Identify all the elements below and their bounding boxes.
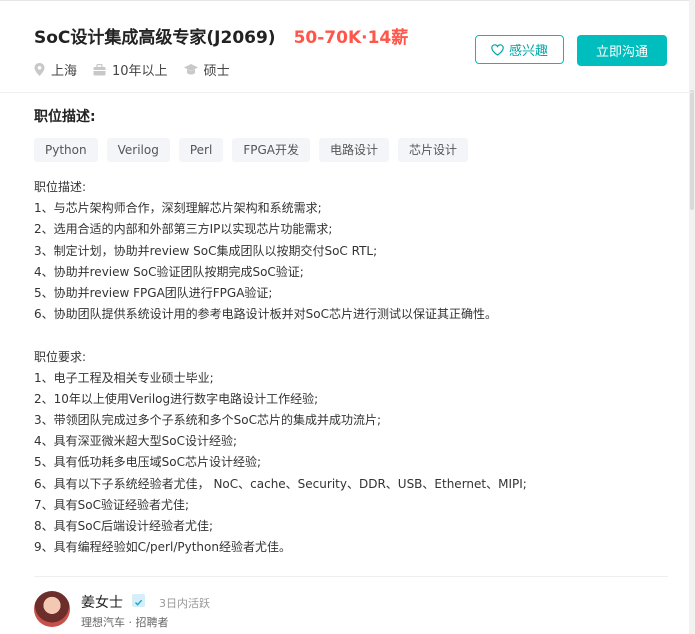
description-line: 4、协助并review SoC验证团队按期完成SoC验证; [34,264,304,279]
description-line: 7、具有SoC验证经验者尤佳; [34,497,190,512]
recruiter-company: 理想汽车 · 招聘者 [81,616,169,629]
salary: 50-70K·14薪 [293,28,409,48]
recruiter-name: 姜女士 [81,595,123,611]
chat-now-button[interactable]: 立即沟通 [577,35,667,66]
scrollbar[interactable] [689,0,695,634]
description-line: 5、具有低功耗多电压域SoC芯片设计经验; [34,455,262,470]
avatar[interactable] [34,591,70,627]
job-meta: 上海 10年以上 硕士 [34,60,246,79]
interest-button[interactable]: 感兴趣 [475,35,564,64]
verified-icon [132,594,145,607]
title-row: SoC设计集成高级专家(J2069) 50-70K·14薪 [34,23,408,48]
description-line: 6、具有以下子系统经验者尤佳， NoC、cache、Security、DDR、U… [34,476,527,491]
description-line: 8、具有SoC后端设计经验者尤佳; [34,519,214,533]
skill-tag: Verilog [106,138,170,162]
meta-location-text: 上海 [51,64,78,79]
description-line: 6、协助团队提供系统设计用的参考电路设计板并对SoC芯片进行测试以保证其正确性。 [34,307,497,322]
recruiter-divider [34,576,668,577]
meta-location: 上海 [34,60,77,79]
description-line: 2、10年以上使用Verilog进行数字电路设计工作经验; [34,391,319,406]
meta-experience-text: 10年以上 [112,64,168,79]
description-line: 3、制定计划，协助并review SoC集成团队以按期交付SoC RTL; [34,243,378,258]
description-line [34,325,527,346]
meta-degree: 硕士 [183,60,230,79]
description-line: 5、协助并review FPGA团队进行FPGA验证; [34,285,273,300]
briefcase-icon [93,63,106,75]
scrollbar-thumb[interactable] [690,90,694,210]
job-title: SoC设计集成高级专家(J2069) [34,28,276,48]
heart-icon [491,43,504,56]
description-line: 职位要求: [34,349,87,364]
header-divider [0,92,693,93]
graduation-cap-icon [183,64,198,75]
skill-tag: FPGA开发 [232,138,310,162]
skill-tags: Python Verilog Perl FPGA开发 电路设计 芯片设计 [34,138,477,162]
skill-tag: 电路设计 [318,138,389,162]
location-icon [34,63,45,76]
description-line: 1、与芯片架构师合作，深刻理解芯片架构和系统需求; [34,201,322,216]
section-title: 职位描述: [34,109,96,125]
description-line: 4、具有深亚微米超大型SoC设计经验; [34,434,238,449]
description-line: 9、具有编程经验如C/perl/Python经验者尤佳。 [34,540,291,555]
meta-degree-text: 硕士 [203,64,230,79]
recruiter-active-status: 3日内活跃 [159,597,210,610]
description-line: 2、选用合适的内部和外部第三方IP以实现芯片功能需求; [34,222,333,237]
skill-tag: Perl [178,138,224,162]
meta-experience: 10年以上 [93,60,168,79]
description-line: 1、电子工程及相关专业硕士毕业; [34,370,214,385]
skill-tag: Python [34,138,98,162]
description-line: 3、带领团队完成过多个子系统和多个SoC芯片的集成并成功流片; [34,413,382,428]
chat-now-button-label: 立即沟通 [595,45,648,60]
description-line: 职位描述: [34,180,87,194]
job-description: 职位描述: 1、与芯片架构师合作，深刻理解芯片架构和系统需求; 2、选用合适的内… [34,177,527,558]
interest-button-label: 感兴趣 [508,44,548,59]
skill-tag: 芯片设计 [397,138,468,162]
